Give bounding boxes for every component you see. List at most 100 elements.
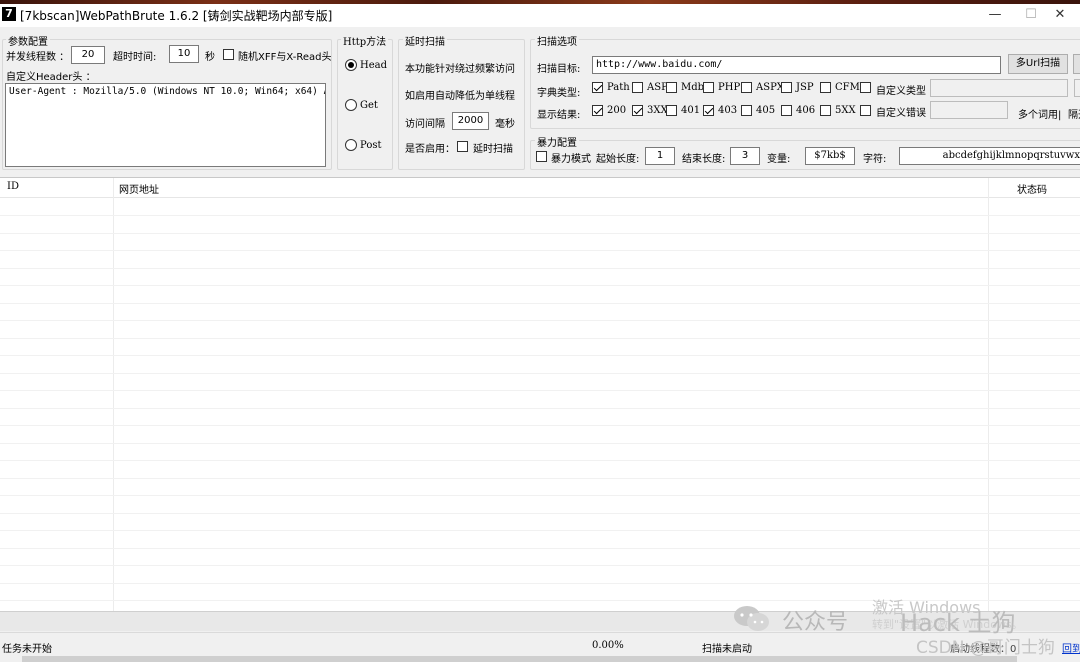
radio-post-label: Post	[360, 140, 382, 151]
radio-head[interactable]	[345, 59, 357, 71]
row-line	[0, 425, 1080, 426]
result-3xx-checkbox[interactable]	[632, 105, 643, 116]
row-line	[0, 267, 1080, 269]
result-custom-input[interactable]	[930, 101, 1008, 119]
dict-aspx-label: ASPX	[756, 82, 784, 93]
dict-php-checkbox[interactable]	[703, 82, 714, 93]
row-line	[0, 285, 1080, 286]
radio-head-label: Head	[360, 60, 388, 71]
scan-status: 扫描未启动	[702, 644, 752, 655]
interval-unit: 毫秒	[495, 119, 515, 130]
close-button[interactable]: ✕	[1040, 4, 1080, 27]
delay-scan-title: 延时扫描	[403, 33, 447, 48]
dict-jsp-label: JSP	[796, 82, 814, 93]
row-line	[0, 320, 1080, 321]
http-method-title: Http方法	[341, 33, 389, 48]
target-label: 扫描目标:	[537, 64, 581, 75]
dict-aspx-checkbox[interactable]	[741, 82, 752, 93]
dict-cfm-label: CFM	[835, 82, 860, 93]
row-line	[0, 495, 1080, 496]
row-line	[0, 232, 1080, 234]
row-line	[0, 250, 1080, 251]
row-line	[0, 215, 1080, 216]
seconds-label: 秒	[205, 52, 215, 63]
extra-button[interactable]	[1073, 54, 1080, 74]
dict-extra-input[interactable]	[1074, 79, 1080, 97]
result-custom-checkbox[interactable]	[860, 105, 871, 116]
multi-url-button[interactable]: 多Url扫描	[1008, 54, 1068, 74]
row-line	[0, 530, 1080, 531]
charset-input[interactable]: abcdefghijklmnopqrstuvwx	[899, 147, 1080, 165]
brute-mode-checkbox[interactable]	[536, 151, 547, 162]
result-200-label: 200	[607, 105, 627, 116]
progress-percent: 0.00%	[592, 640, 624, 651]
radio-get[interactable]	[345, 99, 357, 111]
row-line	[0, 582, 1080, 584]
delay-enable-checkbox-label: 延时扫描	[473, 144, 513, 155]
dict-cfm-checkbox[interactable]	[820, 82, 831, 93]
results-table[interactable]: ID 网页地址 状态码	[0, 177, 1080, 611]
result-406-label: 406	[796, 105, 816, 116]
dict-jsp-checkbox[interactable]	[781, 82, 792, 93]
separator-hint: 隔开	[1068, 110, 1080, 121]
variable-input[interactable]: $7kb$	[805, 147, 855, 165]
dict-custom-checkbox[interactable]	[860, 82, 871, 93]
start-len-input[interactable]: 1	[645, 147, 675, 165]
result-custom-label: 自定义错误	[876, 108, 926, 119]
interval-label: 访问间隔	[405, 119, 445, 130]
wechat-label: 公众号	[782, 610, 849, 635]
column-id[interactable]: ID	[7, 181, 19, 192]
result-401-checkbox[interactable]	[666, 105, 677, 116]
row-line	[0, 512, 1080, 514]
dict-asp-label: ASP	[647, 82, 668, 93]
row-line	[0, 547, 1080, 549]
show-result-label: 显示结果:	[537, 110, 581, 121]
dict-mdb-label: Mdb	[681, 82, 705, 93]
column-status[interactable]: 状态码	[1017, 181, 1047, 196]
threads-input[interactable]: 20	[71, 46, 105, 64]
dict-custom-input[interactable]	[930, 79, 1068, 97]
status-link[interactable]: 回到	[1062, 640, 1080, 655]
result-405-checkbox[interactable]	[741, 105, 752, 116]
delay-info-line2: 如启用自动降低为单线程	[405, 91, 515, 102]
interval-input[interactable]: 2000	[452, 112, 489, 130]
delay-info-line1: 本功能针对绕过频繁访问	[405, 64, 515, 75]
dict-php-label: PHP	[718, 82, 741, 93]
dict-mdb-checkbox[interactable]	[666, 82, 677, 93]
title-bar-inner[interactable]: 7 [7kbscan]WebPathBrute 1.6.2 [铸剑实战靶场内部专…	[0, 4, 1080, 27]
variable-label: 变量:	[767, 154, 791, 165]
dict-asp-checkbox[interactable]	[632, 82, 643, 93]
dict-custom-label: 自定义类型	[876, 86, 926, 97]
delay-enable-checkbox[interactable]	[457, 141, 468, 152]
charset-label: 字符:	[863, 154, 887, 165]
result-406-checkbox[interactable]	[781, 105, 792, 116]
end-len-input[interactable]: 3	[730, 147, 760, 165]
result-5xx-checkbox[interactable]	[820, 105, 831, 116]
random-xff-label: 随机XFF与X-Read头	[238, 52, 332, 63]
timeout-input[interactable]: 10	[169, 45, 199, 63]
result-403-checkbox[interactable]	[703, 105, 714, 116]
result-403-label: 403	[718, 105, 738, 116]
row-line	[0, 407, 1080, 409]
result-405-label: 405	[756, 105, 776, 116]
brute-title: 暴力配置	[535, 134, 579, 149]
row-line	[0, 460, 1080, 461]
multi-word-hint: 多个词用|	[1018, 110, 1062, 121]
app-icon: 7	[2, 7, 16, 21]
row-line	[0, 372, 1080, 374]
row-line	[0, 390, 1080, 391]
title-bar: 7 [7kbscan]WebPathBrute 1.6.2 [铸剑实战靶场内部专…	[0, 0, 1080, 27]
random-xff-checkbox[interactable]	[223, 49, 234, 60]
radio-post[interactable]	[345, 139, 357, 151]
column-url[interactable]: 网页地址	[119, 181, 159, 196]
result-401-label: 401	[681, 105, 701, 116]
result-200-checkbox[interactable]	[592, 105, 603, 116]
scan-options-title: 扫描选项	[535, 33, 579, 48]
row-line	[0, 477, 1080, 479]
table-header: ID 网页地址 状态码	[0, 178, 1080, 198]
result-5xx-label: 5XX	[835, 105, 856, 116]
header-textarea[interactable]: User-Agent : Mozilla/5.0 (Windows NT 10.…	[5, 83, 326, 167]
dict-path-checkbox[interactable]	[592, 82, 603, 93]
target-input[interactable]: http://www.baidu.com/	[592, 56, 1001, 74]
wechat-icon	[732, 604, 772, 632]
